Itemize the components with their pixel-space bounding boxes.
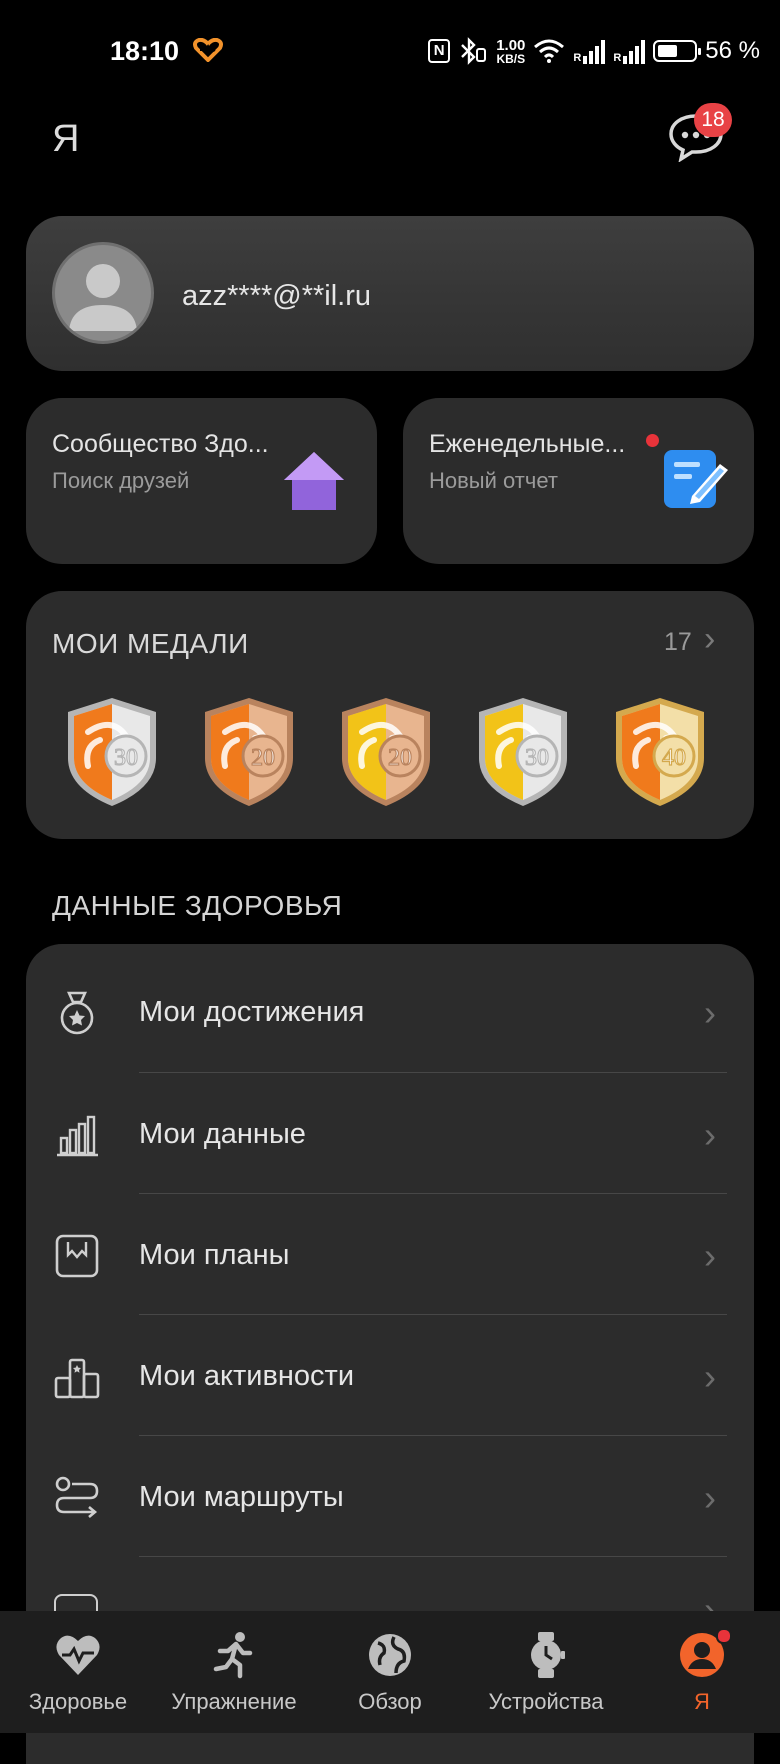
signal-1: R [573, 38, 606, 64]
medal-badge[interactable]: 20 [338, 696, 434, 808]
medal-icon: 20 [205, 698, 293, 806]
medal-badge[interactable]: 40 [612, 696, 708, 808]
bar-chart-icon [57, 1115, 98, 1157]
battery-icon [653, 40, 702, 62]
plans-label: Мои планы [139, 1239, 290, 1271]
health-section-title: ДАННЫЕ ЗДОРОВЬЯ [52, 890, 343, 921]
nav-label: Устройства [488, 1689, 604, 1714]
new-dot [646, 434, 659, 447]
list-item-plans[interactable] [26, 1194, 754, 1314]
sim2-roaming: R [613, 52, 622, 64]
bluetooth-icon [461, 37, 487, 65]
house-icon [284, 452, 344, 510]
nav-label: Обзор [358, 1689, 422, 1714]
medals-chevron-icon[interactable]: › [704, 620, 715, 659]
chevron-right-icon: › [704, 1477, 716, 1518]
weekly-report-title: Еженедельные... [429, 430, 626, 458]
account-email: azz****@**il.ru [182, 280, 372, 312]
page-title: Я [52, 118, 80, 160]
chevron-right-icon: › [704, 1235, 716, 1276]
nav-health[interactable]: Здоровье [14, 1611, 142, 1733]
medal-icon [60, 991, 94, 1035]
nav-label: Здоровье [28, 1689, 128, 1714]
community-card[interactable]: Сообщество Здо... Поиск друзей [26, 398, 377, 564]
data-label: Мои данные [139, 1118, 306, 1150]
medal-badge[interactable]: 20 [201, 696, 297, 808]
nav-devices[interactable]: Устройства [472, 1611, 620, 1733]
network-speed: 1.00 KB/S [496, 38, 525, 65]
routes-label: Мои маршруты [139, 1481, 344, 1513]
speed-unit: KB/S [496, 51, 526, 66]
community-subtitle: Поиск друзей [52, 468, 190, 493]
medal-icon: 30 [479, 698, 567, 806]
medal-label: 30 [114, 745, 138, 771]
achievements-label: Мои достижения [139, 996, 365, 1028]
partial-row-icon [54, 1594, 100, 1611]
medal-label: 30 [525, 745, 549, 771]
weekly-report-subtitle: Новый отчет [429, 468, 558, 493]
battery-percent: 56 % [705, 37, 760, 64]
medal-icon: 20 [342, 698, 430, 806]
plan-icon [55, 1234, 99, 1278]
status-icons: N 1.00 KB/S R R 56 % [428, 34, 760, 68]
activities-label: Мои активности [139, 1360, 355, 1392]
medal-icon: 40 [616, 698, 704, 806]
messages-badge: 18 [694, 103, 732, 137]
heart-pulse-icon [56, 1635, 100, 1675]
runner-icon [213, 1632, 253, 1679]
medal-badge[interactable]: 30 [475, 696, 571, 808]
report-icon [664, 450, 728, 508]
podium-icon [54, 1358, 100, 1399]
nav-overview[interactable]: Обзор [326, 1611, 454, 1733]
medal-icon: 30 [68, 698, 156, 806]
nav-me[interactable]: Я [638, 1611, 766, 1733]
list-item-routes[interactable] [26, 1436, 754, 1556]
watch-icon [531, 1632, 565, 1678]
status-bar: 18:10 N 1.00 KB/S R R 56 % [0, 0, 780, 100]
wifi-icon [534, 39, 565, 63]
nav-me-badge [716, 1628, 732, 1644]
partial-chevron-icon: › [704, 1592, 718, 1611]
nav-label: Я [694, 1689, 710, 1714]
list-item-data[interactable] [26, 1073, 754, 1193]
chevron-right-icon: › [704, 1356, 716, 1397]
medals-title: МОИ МЕДАЛИ [52, 628, 249, 659]
speed-value: 1.00 [496, 36, 526, 54]
weekly-report-card[interactable]: Еженедельные... Новый отчет [403, 398, 754, 564]
clock: 18:10 [110, 36, 180, 66]
globe-icon [369, 1634, 411, 1676]
medals-count: 17 [664, 628, 692, 656]
nav-label: Упражнение [171, 1689, 297, 1714]
list-item-activities[interactable] [26, 1315, 754, 1435]
route-icon [55, 1476, 99, 1518]
nav-exercise[interactable]: Упражнение [160, 1611, 308, 1733]
medal-label: 20 [251, 745, 275, 771]
sim1-roaming: R [573, 52, 582, 64]
health-app-icon [193, 38, 223, 62]
avatar[interactable] [52, 242, 154, 344]
medal-label: 40 [662, 745, 686, 771]
medal-badge[interactable]: 30 [64, 696, 160, 808]
signal-2: R [613, 38, 646, 64]
divider [139, 1556, 727, 1557]
list-item-achievements[interactable] [26, 954, 754, 1072]
community-title: Сообщество Здо... [52, 430, 269, 458]
chevron-right-icon: › [704, 992, 716, 1033]
nfc-icon: N [428, 39, 451, 63]
default-avatar-icon [69, 264, 137, 331]
chevron-right-icon: › [704, 1114, 716, 1155]
medal-label: 20 [388, 745, 412, 771]
